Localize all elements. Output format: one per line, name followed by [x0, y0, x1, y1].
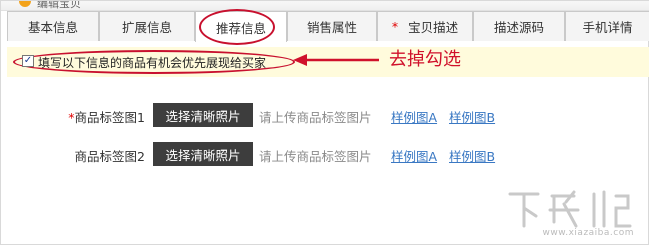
watermark-glyphs	[508, 190, 632, 228]
sample-image-a-link[interactable]: 样例图A	[391, 146, 437, 165]
sample-image-b-link[interactable]: 样例图B	[449, 107, 495, 126]
title-strip: 编辑宝贝	[1, 1, 649, 11]
annotation-uncheck: 去掉勾选	[389, 49, 461, 70]
tab-label: 推荐信息	[215, 20, 266, 36]
field-label-text: 商品标签图2	[74, 149, 145, 164]
tab-recommended-info[interactable]: 推荐信息	[195, 11, 287, 42]
checkbox-mark: ✓	[23, 55, 33, 66]
field-label: 商品标签图2	[75, 146, 145, 165]
app-icon	[19, 1, 31, 7]
tab-mobile-details[interactable]: 手机详情	[565, 11, 649, 41]
upload-hint: 请上传商品标签图片	[259, 149, 372, 164]
watermark-url: www.xiazaiba.com	[542, 228, 634, 238]
tab-sales-attributes[interactable]: 销售属性	[287, 11, 377, 41]
choose-photo-button[interactable]: 选择清晰照片	[153, 142, 253, 166]
tab-label: 手机详情	[582, 20, 633, 35]
tab-label: 宝贝描述	[408, 20, 459, 35]
editor-window: 编辑宝贝 基本信息 扩展信息 推荐信息 销售属性 * 宝贝描述 描述源码 手机详…	[0, 0, 649, 245]
tab-label: 基本信息	[27, 20, 78, 35]
field-label: *商品标签图1	[68, 107, 145, 126]
watermark-logo: www.xiazaiba.com	[504, 186, 634, 238]
tab-basic-info[interactable]: 基本信息	[7, 11, 99, 41]
field-label-text: 商品标签图1	[74, 110, 145, 125]
tab-extended-info[interactable]: 扩展信息	[99, 11, 195, 41]
tab-description-source[interactable]: 描述源码	[473, 11, 565, 41]
checkbox-checked-icon[interactable]: ✓	[22, 55, 34, 67]
left-arrow-icon	[293, 54, 379, 66]
tab-bar: 基本信息 扩展信息 推荐信息 销售属性 * 宝贝描述 描述源码 手机详情	[7, 11, 649, 42]
tab-label: 销售属性	[306, 20, 357, 35]
tab-label: 扩展信息	[121, 20, 172, 35]
label-image-row-1: *商品标签图1 选择清晰照片 请上传商品标签图片 样例图A 样例图B	[1, 103, 649, 127]
required-asterisk: *	[391, 19, 399, 34]
window-title: 编辑宝贝	[37, 1, 81, 10]
tab-item-description[interactable]: * 宝贝描述	[377, 11, 473, 41]
sample-image-b-link[interactable]: 样例图B	[449, 146, 495, 165]
choose-photo-button[interactable]: 选择清晰照片	[153, 103, 253, 127]
sample-image-a-link[interactable]: 样例图A	[391, 107, 437, 126]
upload-hint: 请上传商品标签图片	[259, 110, 372, 125]
notice-checkbox-label[interactable]: 填写以下信息的商品有机会优先展现给买家	[38, 54, 266, 71]
label-image-row-2: 商品标签图2 选择清晰照片 请上传商品标签图片 样例图A 样例图B	[1, 142, 649, 166]
tab-label: 描述源码	[493, 20, 544, 35]
